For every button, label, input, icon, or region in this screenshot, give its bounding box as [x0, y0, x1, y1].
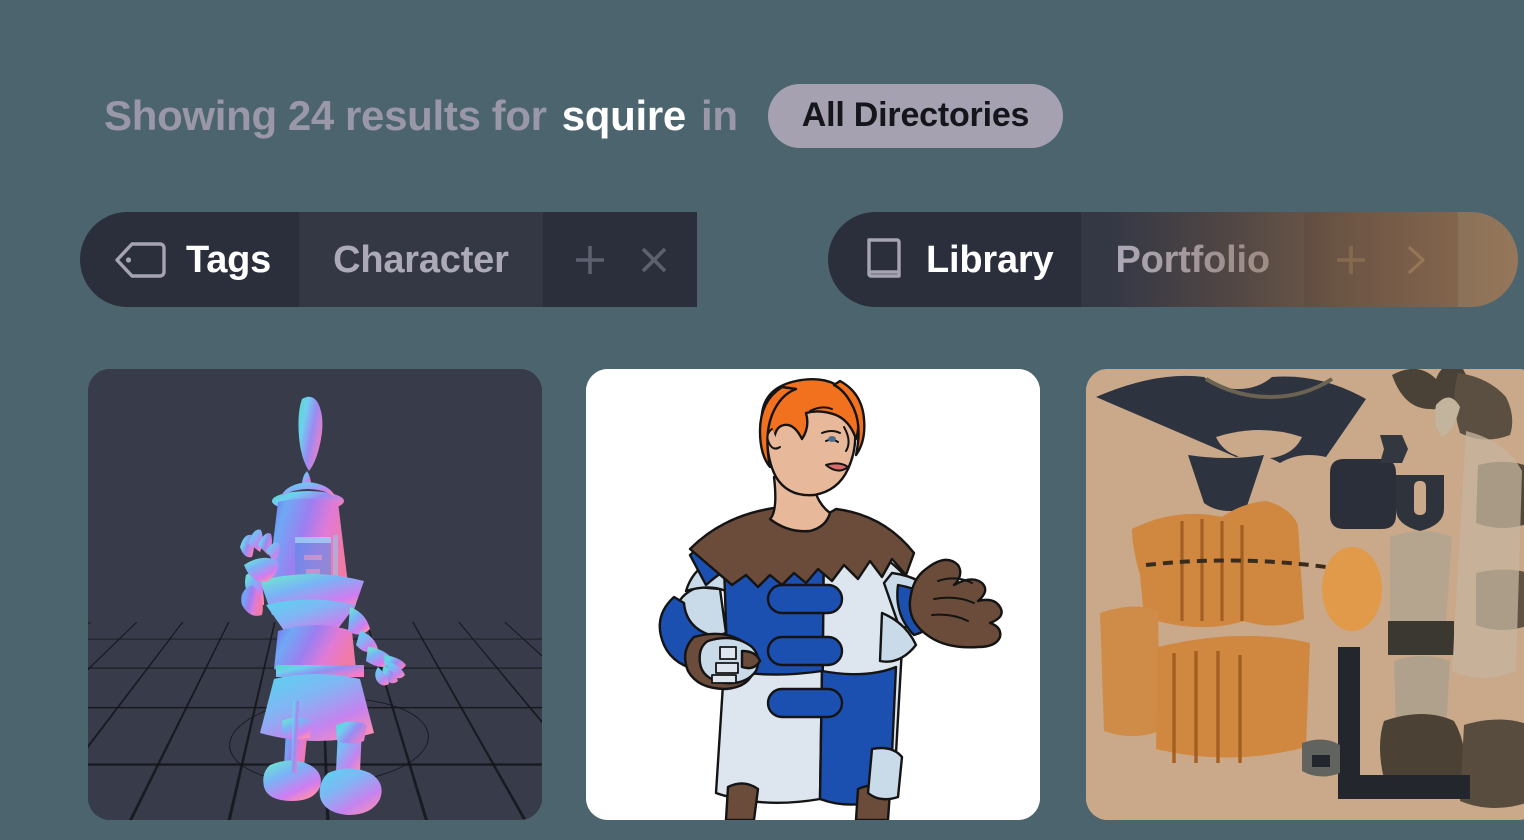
- filter-pill-tags[interactable]: Tags Character: [80, 212, 786, 307]
- search-query-text: squire: [561, 92, 687, 139]
- filter-library-head[interactable]: Library: [828, 212, 1082, 307]
- tag-icon: [114, 241, 166, 279]
- add-library-button[interactable]: [1322, 231, 1380, 289]
- filter-tags-label: Tags: [186, 238, 272, 281]
- viewport-3d-render: [88, 369, 542, 820]
- result-card[interactable]: [1086, 369, 1524, 820]
- results-for-word: for: [491, 92, 547, 139]
- filter-library-actions: [1303, 212, 1458, 307]
- filter-pill-library[interactable]: Library Portfolio: [828, 212, 1518, 307]
- filter-tags-value-label: Character: [333, 238, 509, 281]
- result-card[interactable]: [586, 369, 1040, 820]
- filter-tags-actions: [542, 212, 697, 307]
- result-card[interactable]: [88, 369, 542, 820]
- book-icon: [862, 236, 906, 284]
- more-library-button[interactable]: [1386, 231, 1444, 289]
- clear-tag-button[interactable]: [625, 231, 683, 289]
- results-prefix: Showing: [104, 92, 277, 139]
- results-in-word: in: [700, 92, 738, 139]
- texture-atlas-sheet: [1086, 369, 1524, 820]
- filter-library-label: Library: [926, 238, 1054, 281]
- results-summary: Showing 24 results for squire in All Dir…: [104, 84, 1064, 148]
- squire-illustration: [586, 369, 1040, 820]
- filter-library-value[interactable]: Portfolio: [1081, 212, 1304, 307]
- results-word: results: [345, 92, 481, 139]
- add-tag-button[interactable]: [561, 231, 619, 289]
- filter-library-value-label: Portfolio: [1115, 238, 1270, 281]
- normal-map-knight-figure: [240, 396, 406, 815]
- filter-tags-head[interactable]: Tags: [80, 212, 300, 307]
- results-count: 24: [287, 92, 334, 139]
- filter-tags-value[interactable]: Character: [299, 212, 543, 307]
- directory-scope-badge[interactable]: All Directories: [767, 84, 1064, 148]
- search-results-screen: Showing 24 results for squire in All Dir…: [0, 0, 1524, 840]
